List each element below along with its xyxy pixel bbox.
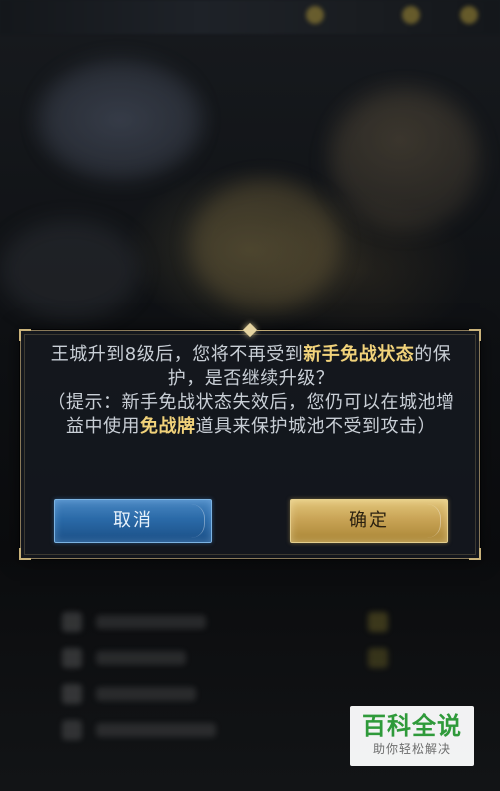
blurred-list-icon	[62, 612, 82, 632]
blurred-list-icon	[62, 648, 82, 668]
button-shine	[410, 504, 441, 538]
dialog-corner-ornament	[469, 329, 481, 341]
highlight-peace-shield: 免战牌	[140, 416, 196, 437]
blurred-list-row	[96, 723, 216, 737]
dialog-top-ornament-line	[125, 330, 245, 331]
blurred-scene	[0, 220, 140, 320]
blurred-list-icon	[368, 648, 388, 668]
blurred-list-row	[96, 615, 206, 629]
blurred-top-icon	[460, 6, 478, 24]
button-shine	[174, 504, 205, 538]
game-screen: 王城升到8级后，您将不再受到新手免战状态的保护，是否继续升级？ （提示：新手免战状…	[0, 0, 500, 791]
baike-watermark-logo: 百科全说 助你轻松解决	[350, 706, 474, 766]
blurred-top-bar	[0, 0, 500, 34]
cancel-button-label: 取消	[113, 510, 153, 531]
blurred-list-row	[96, 651, 186, 665]
hint-text: 道具来保护城池不受到攻击）	[195, 416, 436, 437]
message-text: 王城升到8级后，您将不再受到	[50, 344, 304, 365]
dialog-corner-ornament	[19, 548, 31, 560]
watermark-subtitle: 助你轻松解决	[372, 742, 451, 756]
confirm-button-label: 确定	[349, 510, 389, 531]
confirm-button[interactable]: 确定	[290, 499, 448, 543]
blurred-top-icon	[402, 6, 420, 24]
dialog-top-diamond-icon	[242, 322, 258, 338]
dialog-message: 王城升到8级后，您将不再受到新手免战状态的保护，是否继续升级？ （提示：新手免战状…	[39, 343, 463, 439]
blurred-list-icon	[62, 720, 82, 740]
blurred-top-icon	[306, 6, 324, 24]
watermark-title: 百科全说	[362, 712, 462, 740]
dialog-corner-ornament	[469, 548, 481, 560]
highlight-newbie-protection: 新手免战状态	[303, 344, 415, 365]
dialog-corner-ornament	[19, 329, 31, 341]
cancel-button[interactable]: 取消	[54, 499, 212, 543]
blurred-scene	[190, 180, 340, 310]
blurred-list-icon	[62, 684, 82, 704]
blurred-scene	[330, 90, 480, 230]
blurred-scene	[40, 60, 200, 180]
blurred-list-icon	[368, 612, 388, 632]
dialog-top-ornament-line	[257, 330, 377, 331]
blurred-list-row	[96, 687, 196, 701]
upgrade-confirm-dialog: 王城升到8级后，您将不再受到新手免战状态的保护，是否继续升级？ （提示：新手免战状…	[19, 322, 481, 560]
